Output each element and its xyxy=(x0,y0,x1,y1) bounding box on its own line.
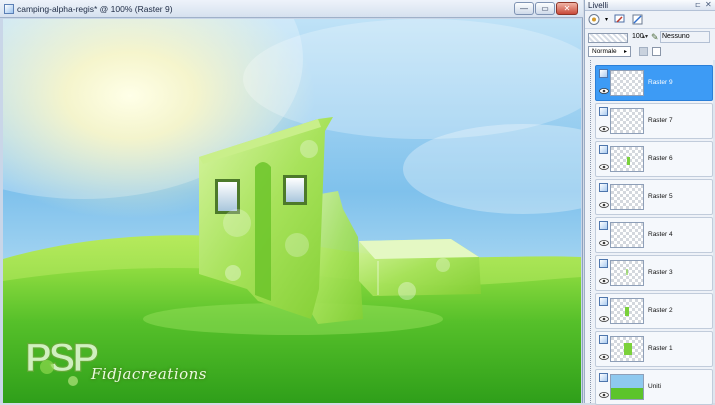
blend-mode-select[interactable]: Normale ▸ xyxy=(588,46,631,57)
pin-icon[interactable]: ⊏ xyxy=(695,1,701,9)
opacity-spin-arrows[interactable]: ▴▾ xyxy=(642,33,648,40)
layer-thumbnail xyxy=(610,108,644,134)
layers-palette: Livelli ⊏ ✕ ▾ 100 ▴▾ ✎ Nessuno Normale ▸ xyxy=(584,0,715,405)
delete-layer-icon[interactable] xyxy=(613,13,626,26)
mask-icon: ✎ xyxy=(651,32,659,42)
eye-icon[interactable] xyxy=(599,316,609,322)
eye-icon[interactable] xyxy=(599,354,609,360)
eye-icon[interactable] xyxy=(599,202,609,208)
layer-thumbnail xyxy=(610,336,644,362)
layers-title: Livelli xyxy=(588,1,609,10)
layer-row-raster-1[interactable]: Raster 1 xyxy=(595,331,713,367)
layer-thumbnail xyxy=(610,298,644,324)
layer-thumbnail xyxy=(610,222,644,248)
layer-name: Raster 1 xyxy=(648,345,673,352)
layer-name: Raster 2 xyxy=(648,307,673,314)
layer-name: Raster 4 xyxy=(648,231,673,238)
document-icon xyxy=(4,4,14,14)
layer-name: Uniti xyxy=(648,383,662,390)
close-button[interactable]: ✕ xyxy=(556,2,578,15)
raster-layer-icon xyxy=(599,145,608,154)
layer-thumbnail xyxy=(610,374,644,400)
dropdown-arrow-icon[interactable]: ▾ xyxy=(600,13,613,26)
eye-icon[interactable] xyxy=(599,164,609,170)
chevron-down-icon: ▸ xyxy=(624,49,628,55)
layer-row-raster-3[interactable]: Raster 3 xyxy=(595,255,713,291)
opacity-row: 100 ▴▾ ✎ Nessuno xyxy=(585,30,715,46)
properties-icon[interactable] xyxy=(631,13,644,26)
lock-transparency-icon[interactable] xyxy=(639,47,648,56)
layer-thumbnail xyxy=(610,70,644,96)
raster-layer-icon xyxy=(599,221,608,230)
image-window: camping-alpha-regis* @ 100% (Raster 9) —… xyxy=(0,0,583,403)
layer-name: Raster 5 xyxy=(648,193,673,200)
image-canvas[interactable]: PSP Fidjacreations xyxy=(3,19,581,403)
layers-list: Raster 9 Raster 7 Raster 6 Raster 5 Rast… xyxy=(585,60,713,405)
watermark-logo: PSP xyxy=(24,335,102,386)
layer-name: Raster 3 xyxy=(648,269,673,276)
layers-header[interactable]: Livelli ⊏ ✕ xyxy=(585,0,715,11)
close-icon[interactable]: ✕ xyxy=(705,0,712,9)
blend-mode-value: Normale xyxy=(592,48,617,55)
raster-layer-icon xyxy=(599,183,608,192)
layer-row-raster-9[interactable]: Raster 9 xyxy=(595,65,713,101)
minimize-button[interactable]: — xyxy=(514,2,534,15)
layer-thumbnail xyxy=(610,146,644,172)
opacity-slider[interactable] xyxy=(588,33,628,43)
eye-icon[interactable] xyxy=(599,126,609,132)
eye-icon[interactable] xyxy=(599,240,609,246)
eye-icon[interactable] xyxy=(599,392,609,398)
eye-icon[interactable] xyxy=(599,88,609,94)
layer-row-raster-5[interactable]: Raster 5 xyxy=(595,179,713,215)
raster-layer-icon xyxy=(599,259,608,268)
raster-layer-icon xyxy=(599,107,608,116)
layer-thumbnail xyxy=(610,184,644,210)
raster-layer-icon xyxy=(599,373,608,382)
svg-text:PSP: PSP xyxy=(25,336,98,380)
layer-row-raster-4[interactable]: Raster 4 xyxy=(595,217,713,253)
mask-label: Nessuno xyxy=(662,33,690,40)
watermark-text: Fidjacreations xyxy=(91,365,208,383)
layer-name: Raster 9 xyxy=(648,79,673,86)
image-title-bar[interactable]: camping-alpha-regis* @ 100% (Raster 9) —… xyxy=(0,0,583,18)
raster-layer-icon xyxy=(599,297,608,306)
maximize-button[interactable]: ▭ xyxy=(535,2,555,15)
layer-row-raster-6[interactable]: Raster 6 xyxy=(595,141,713,177)
layer-row-uniti[interactable]: Uniti xyxy=(595,369,713,405)
lock-icon[interactable] xyxy=(652,47,661,56)
raster-layer-icon xyxy=(599,69,608,78)
layer-thumbnail xyxy=(610,260,644,286)
layer-name: Raster 7 xyxy=(648,117,673,124)
layer-name: Raster 6 xyxy=(648,155,673,162)
layer-row-raster-2[interactable]: Raster 2 xyxy=(595,293,713,329)
layer-row-raster-7[interactable]: Raster 7 xyxy=(595,103,713,139)
blend-row: Normale ▸ xyxy=(585,45,715,59)
image-title: camping-alpha-regis* @ 100% (Raster 9) xyxy=(17,4,173,14)
eye-icon[interactable] xyxy=(599,278,609,284)
layers-toolbar: ▾ xyxy=(585,11,715,29)
canvas-artwork: PSP xyxy=(3,19,581,403)
raster-layer-icon xyxy=(599,335,608,344)
